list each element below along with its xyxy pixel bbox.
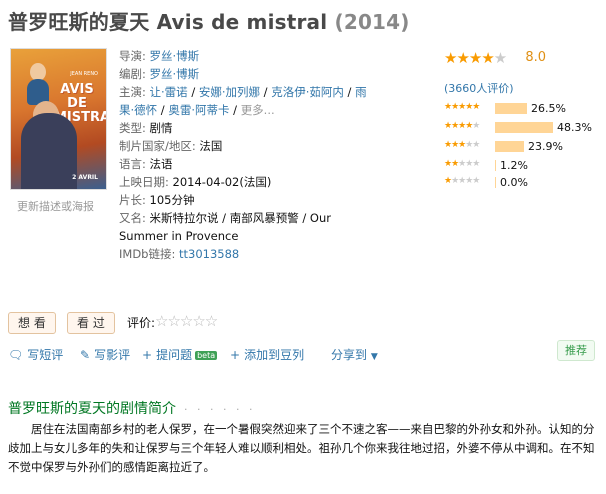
director-link[interactable]: 罗丝·博斯 — [150, 49, 200, 63]
recommend-button[interactable]: 推荐 — [557, 340, 595, 361]
write-short-review-link[interactable]: 🗨 写短评 — [8, 346, 63, 363]
rating-bar — [495, 141, 524, 152]
chevron-down-icon: ▼ — [370, 352, 378, 362]
rating-percent: 1.2% — [500, 159, 528, 172]
info-language: 语言: 法语 — [119, 157, 173, 171]
rating-bar — [495, 160, 496, 171]
cast-more-link[interactable]: 更多... — [241, 103, 275, 117]
want-to-see-button[interactable]: 想 看 — [8, 312, 56, 334]
movie-info: 导演: 罗丝·博斯 编剧: 罗丝·博斯 主演: 让·雷诺 / 安娜·加列娜 / … — [119, 47, 367, 263]
info-director: 导演: 罗丝·博斯 — [119, 49, 200, 63]
info-runtime: 片长: 105分钟 — [119, 193, 195, 207]
rating-percent: 0.0% — [500, 176, 528, 189]
cast-link[interactable]: 克洛伊·茹阿内 — [271, 85, 344, 99]
synopsis-heading: 普罗旺斯的夏天的剧情简介 · · · · · · — [8, 401, 256, 417]
cast-link[interactable]: 让·雷诺 — [150, 85, 188, 99]
seen-button[interactable]: 看 过 — [67, 312, 115, 334]
movie-year: (2014) — [334, 10, 410, 34]
movie-poster[interactable]: JEAN RENO AVIS DE MISTRAL 2 AVRIL — [10, 48, 107, 190]
star-icon: ★★★★★ — [444, 176, 480, 186]
star-icon: ★★★★★ — [444, 140, 480, 150]
info-genre: 类型: 剧情 — [119, 121, 173, 135]
beta-badge: beta — [195, 351, 218, 360]
rating-bar — [495, 103, 527, 114]
info-country: 制片国家/地区: 法国 — [119, 139, 223, 153]
plus-icon: + — [142, 348, 153, 362]
cast-link[interactable]: 安娜·加列娜 — [199, 85, 260, 99]
rate-stars-input[interactable]: ☆☆☆☆☆ — [155, 312, 218, 330]
poster-man-body — [21, 113, 77, 189]
star-icon: ★★★★★ — [444, 159, 480, 169]
rating-score: 8.0 — [525, 50, 547, 65]
heading-dots: · · · · · · — [184, 403, 256, 416]
poster-date: 2 AVRIL — [72, 174, 98, 181]
rating-bar — [495, 122, 553, 133]
rating-percent: 48.3% — [557, 121, 592, 134]
synopsis-text: 居住在法国南部乡村的老人保罗，在一个暑假突然迎来了三个不速之客——来自巴黎的外孙… — [8, 422, 595, 474]
info-imdb: IMDb链接: tt3013588 — [119, 247, 240, 261]
rating-percent: 26.5% — [531, 102, 566, 115]
rating-bar — [495, 177, 496, 188]
pencil-icon: ✎ — [80, 348, 91, 362]
info-release: 上映日期: 2014-04-02(法国) — [119, 175, 272, 189]
cast-link[interactable]: 奥雷·阿蒂卡 — [168, 103, 229, 117]
rate-label: 评价: — [127, 316, 156, 330]
writer-link[interactable]: 罗丝·博斯 — [150, 67, 200, 81]
write-review-link[interactable]: ✎ 写影评 — [80, 346, 130, 363]
share-dropdown[interactable]: 分享到 ▼ — [331, 346, 378, 363]
page-title: 普罗旺斯的夏天 Avis de mistral (2014) — [8, 6, 410, 35]
info-writer: 编剧: 罗丝·博斯 — [119, 67, 200, 81]
info-cast: 主演: 让·雷诺 / 安娜·加列娜 / 克洛伊·茹阿内 / 雨果·德怀 / 奥雷… — [119, 85, 367, 117]
rating-stars-icon: ★★★★★ — [444, 48, 507, 67]
poster-actor: JEAN RENO — [70, 71, 98, 77]
rating-percent: 23.9% — [528, 140, 563, 153]
ask-question-link[interactable]: + 提问题 beta — [142, 346, 218, 363]
update-poster-link[interactable]: 更新描述或海报 — [17, 198, 94, 214]
movie-name: 普罗旺斯的夏天 Avis de mistral — [8, 10, 328, 34]
comment-icon: 🗨 — [8, 348, 24, 362]
star-icon: ★★★★★ — [444, 121, 480, 131]
rating-votes-link[interactable]: (3660人评价) — [444, 80, 514, 96]
info-aka: 又名: 米斯特拉尔说 / 南部风暴预警 / Our Summer in Prov… — [119, 211, 331, 243]
imdb-link[interactable]: tt3013588 — [179, 247, 239, 261]
star-icon: ★★★★★ — [444, 102, 480, 112]
add-to-doulist-link[interactable]: + 添加到豆列 — [230, 346, 304, 363]
rating-summary: ★★★★★ 8.0 — [444, 47, 604, 67]
plus-icon: + — [230, 348, 241, 362]
